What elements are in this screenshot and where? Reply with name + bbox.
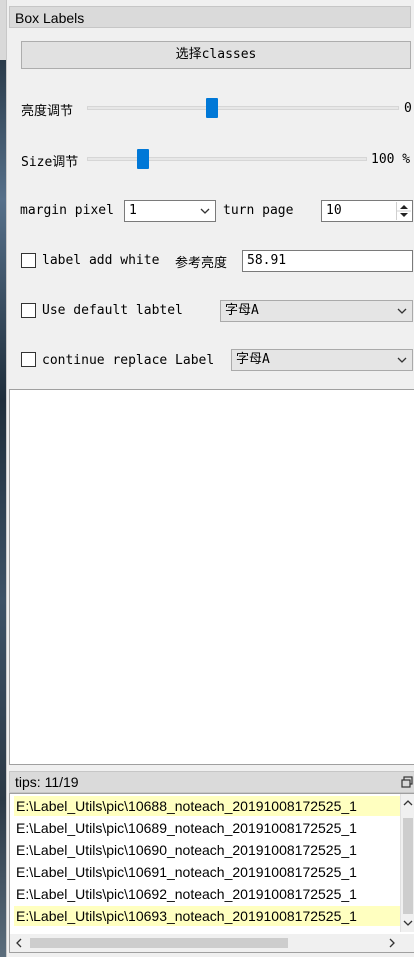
size-slider-track[interactable]: [87, 157, 367, 161]
scroll-up-icon[interactable]: [401, 796, 414, 810]
list-item[interactable]: E:\Label_Utils\pic\10689_noteach_2019100…: [14, 818, 402, 838]
spin-arrows-icon: [397, 205, 411, 217]
list-item[interactable]: E:\Label_Utils\pic\10692_noteach_2019100…: [14, 884, 402, 904]
continue-replace-select[interactable]: 字母A: [231, 349, 413, 371]
list-item[interactable]: E:\Label_Utils\pic\10690_noteach_2019100…: [14, 840, 402, 860]
use-default-label-label: Use default labtel: [42, 303, 183, 318]
scroll-right-icon[interactable]: [385, 934, 399, 952]
scroll-left-icon[interactable]: [12, 934, 26, 952]
brightness-label: 亮度调节: [21, 104, 74, 119]
size-slider-thumb[interactable]: [137, 149, 149, 169]
tips-title-bar: tips: 11/19: [9, 771, 414, 793]
brightness-slider-track[interactable]: [87, 106, 399, 110]
tips-title: tips: 11/19: [15, 774, 79, 790]
chevron-down-icon: [397, 357, 407, 363]
label-add-white-label: label add white: [42, 253, 160, 268]
continue-replace-value: 字母A: [236, 352, 270, 367]
brightness-value: 0: [404, 101, 412, 116]
turn-page-label: turn page: [223, 203, 294, 218]
select-classes-button[interactable]: 选择classes: [21, 41, 411, 69]
spin-buttons[interactable]: [396, 202, 411, 220]
chevron-down-icon: [397, 308, 407, 314]
panel-title: Box Labels: [9, 6, 411, 28]
margin-pixel-select[interactable]: 1: [124, 200, 216, 222]
continue-replace-label: continue replace Label: [42, 353, 215, 368]
horizontal-scrollbar[interactable]: [10, 934, 401, 952]
vertical-scrollbar[interactable]: [400, 794, 414, 932]
box-labels-panel: Box Labels 选择classes 亮度调节 0 Size调节 100 %…: [6, 0, 414, 957]
margin-pixel-label: margin pixel: [20, 203, 114, 218]
vertical-scroll-thumb[interactable]: [403, 818, 413, 914]
margin-pixel-value: 1: [129, 203, 137, 218]
float-window-icon[interactable]: [401, 776, 413, 788]
tips-file-list[interactable]: E:\Label_Utils\pic\10688_noteach_2019100…: [9, 793, 414, 953]
horizontal-scroll-thumb[interactable]: [30, 938, 288, 948]
size-label: Size调节: [21, 155, 79, 170]
reference-brightness-input[interactable]: 58.91: [242, 250, 413, 272]
turn-page-spinbox[interactable]: 10: [321, 200, 413, 222]
continue-replace-checkbox[interactable]: [21, 352, 36, 367]
label-canvas-area[interactable]: [9, 389, 414, 765]
list-item[interactable]: E:\Label_Utils\pic\10693_noteach_2019100…: [14, 906, 402, 926]
list-item[interactable]: E:\Label_Utils\pic\10691_noteach_2019100…: [14, 862, 402, 882]
reference-brightness-label: 参考亮度: [175, 256, 228, 271]
default-label-value: 字母A: [225, 303, 259, 318]
scroll-corner: [401, 934, 414, 952]
turn-page-value: 10: [326, 203, 342, 218]
brightness-slider-thumb[interactable]: [206, 98, 218, 118]
scroll-down-icon[interactable]: [401, 916, 414, 930]
use-default-label-checkbox[interactable]: [21, 303, 36, 318]
list-item[interactable]: E:\Label_Utils\pic\10688_noteach_2019100…: [14, 796, 402, 816]
label-add-white-checkbox[interactable]: [21, 253, 36, 268]
chevron-down-icon: [200, 208, 210, 214]
default-label-select[interactable]: 字母A: [220, 300, 413, 322]
size-value: 100 %: [371, 152, 411, 167]
